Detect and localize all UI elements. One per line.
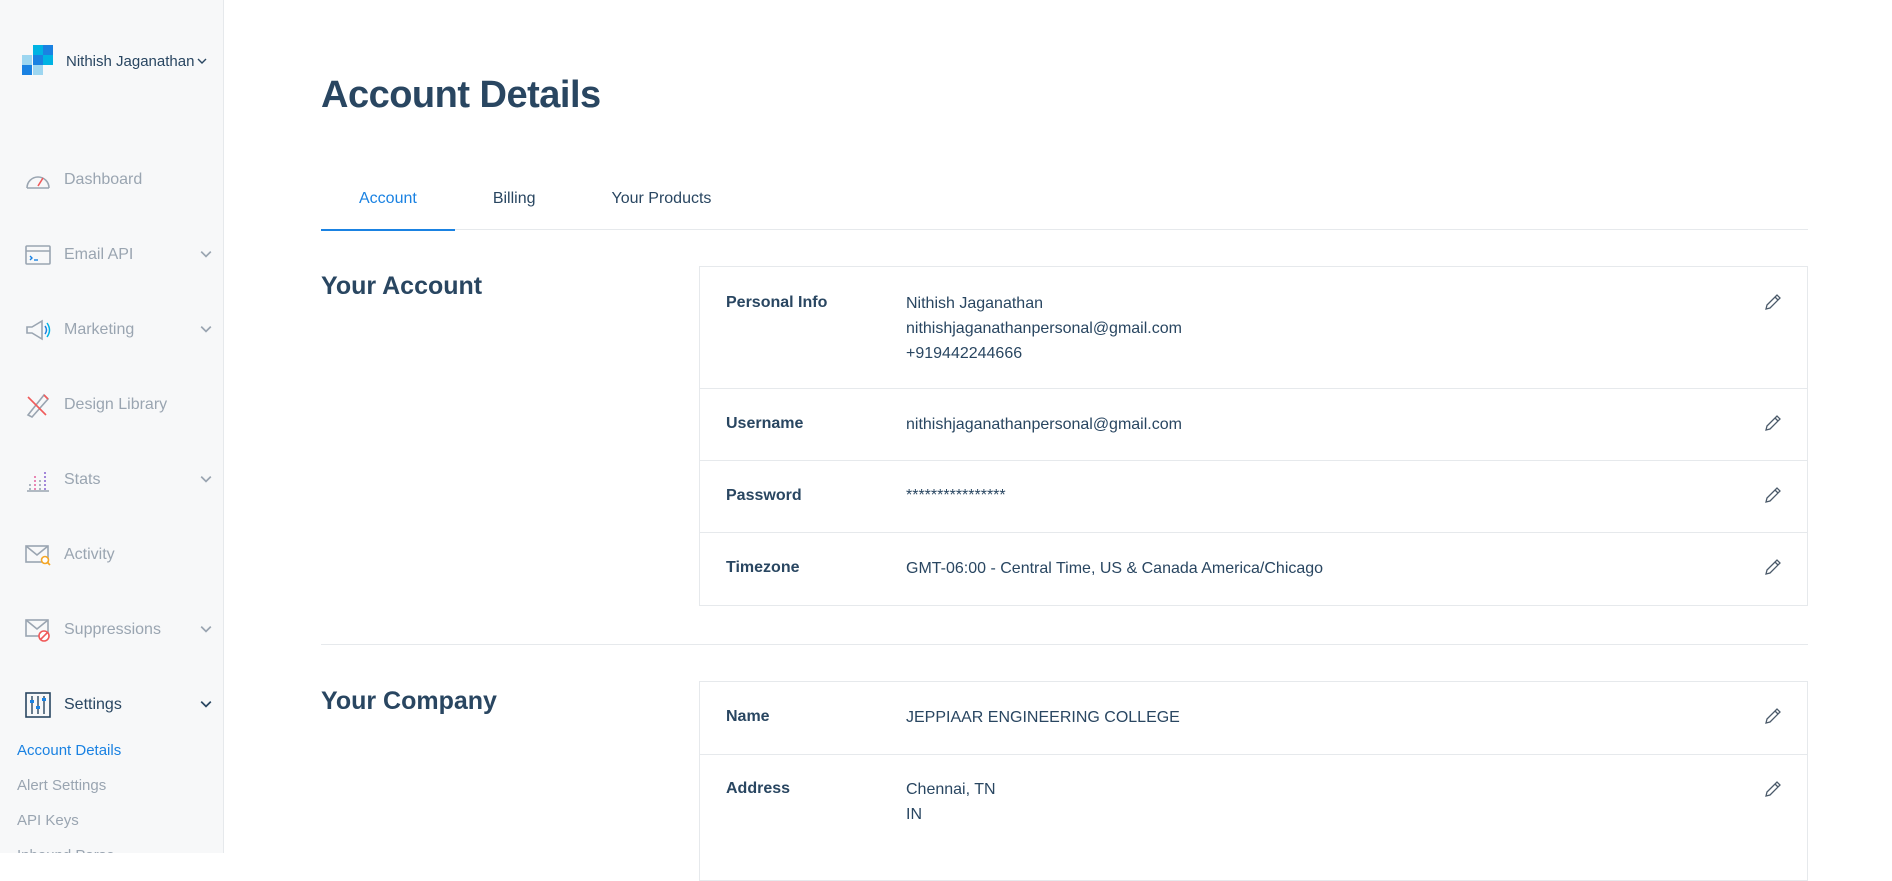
nav-item-activity[interactable]: Activity [0,517,223,592]
password-value: **************** [906,487,1006,504]
subnav-account-details[interactable]: Account Details [0,738,223,773]
edit-pencil-icon[interactable] [1761,555,1785,579]
nav-item-stats[interactable]: Stats [0,442,223,517]
address-line-1: Chennai, TN [906,781,996,798]
chevron-down-icon [200,476,212,483]
username-row: Username nithishjaganathanpersonal@gmail… [700,389,1807,461]
edit-pencil-icon[interactable] [1761,483,1785,507]
tab-billing[interactable]: Billing [455,168,574,230]
username-value: nithishjaganathanpersonal@gmail.com [906,416,1182,433]
tab-your-products[interactable]: Your Products [574,168,750,230]
chevron-down-icon [200,326,212,333]
subnav-inbound-parse[interactable]: Inbound Parse [0,843,223,853]
timezone-row: Timezone GMT-06:00 - Central Time, US & … [700,533,1807,605]
company-name-row: Name JEPPIAAR ENGINEERING COLLEGE [700,682,1807,755]
personal-info-row: Personal Info Nithish Jaganathan nithish… [700,267,1807,389]
nav-item-design-library[interactable]: Design Library [0,367,223,442]
settings-sliders-icon [24,691,52,719]
sendgrid-logo-icon [22,45,54,77]
nav-label: Stats [64,470,101,488]
main-nav: Dashboard Email API Marketing Design Lib… [0,142,223,742]
account-switcher[interactable]: Nithish Jaganathan [22,44,214,78]
chevron-down-icon [200,626,212,633]
subnav-alert-settings[interactable]: Alert Settings [0,773,223,808]
nav-label: Dashboard [64,170,143,188]
nav-label: Settings [64,695,122,713]
nav-item-marketing[interactable]: Marketing [0,292,223,367]
megaphone-icon [24,316,52,344]
nav-label: Design Library [64,395,168,413]
password-row: Password **************** [700,461,1807,533]
row-label: Address [726,780,791,797]
nav-label: Activity [64,545,115,563]
tab-bar: Account Billing Your Products [321,168,1808,231]
nav-label: Suppressions [64,620,161,638]
settings-subnav: Account Details Alert Settings API Keys … [0,738,223,853]
design-pencil-ruler-icon [24,391,52,419]
nav-item-settings[interactable]: Settings [0,667,223,742]
row-label: Password [726,487,802,504]
activity-envelope-search-icon [24,541,52,569]
dashboard-gauge-icon [24,166,52,194]
row-label: Timezone [726,559,800,576]
edit-pencil-icon[interactable] [1761,290,1785,314]
nav-item-suppressions[interactable]: Suppressions [0,592,223,667]
nav-item-dashboard[interactable]: Dashboard [0,142,223,217]
row-label: Personal Info [726,294,828,311]
tab-account[interactable]: Account [321,168,455,231]
nav-item-email-api[interactable]: Email API [0,217,223,292]
company-name-value: JEPPIAAR ENGINEERING COLLEGE [906,709,1180,726]
section-title-your-company: Your Company [321,687,497,715]
subnav-api-keys[interactable]: API Keys [0,808,223,843]
personal-name: Nithish Jaganathan [906,295,1043,312]
edit-pencil-icon[interactable] [1761,777,1785,801]
chevron-down-icon [200,251,212,258]
stats-bars-icon [24,466,52,494]
edit-pencil-icon[interactable] [1761,411,1785,435]
personal-phone: +919442244666 [906,345,1023,362]
main-content: Account Details Account Billing Your Pro… [225,0,1892,881]
nav-label: Email API [64,245,134,263]
row-label: Name [726,708,770,725]
your-company-card: Name JEPPIAAR ENGINEERING COLLEGE Addres… [699,681,1808,881]
chevron-down-icon [200,701,212,708]
section-title-your-account: Your Account [321,272,483,300]
row-label: Username [726,415,804,432]
personal-email: nithishjaganathanpersonal@gmail.com [906,320,1182,337]
nav-label: Marketing [64,320,135,338]
suppressions-envelope-block-icon [24,616,52,644]
email-api-icon [24,241,52,269]
timezone-value: GMT-06:00 - Central Time, US & Canada Am… [906,560,1324,577]
edit-pencil-icon[interactable] [1761,704,1785,728]
address-line-2: IN [906,806,922,823]
account-name: Nithish Jaganathan [66,52,194,70]
sidebar: Nithish Jaganathan Dashboard Email API M… [0,0,224,853]
your-account-card: Personal Info Nithish Jaganathan nithish… [699,266,1808,606]
company-address-value: Chennai, TN IN [906,777,996,827]
page-title: Account Details [321,74,601,116]
company-address-row: Address Chennai, TN IN [700,755,1807,855]
personal-info-value: Nithish Jaganathan nithishjaganathanpers… [906,291,1182,366]
chevron-down-icon [196,55,208,67]
section-divider [321,644,1808,645]
